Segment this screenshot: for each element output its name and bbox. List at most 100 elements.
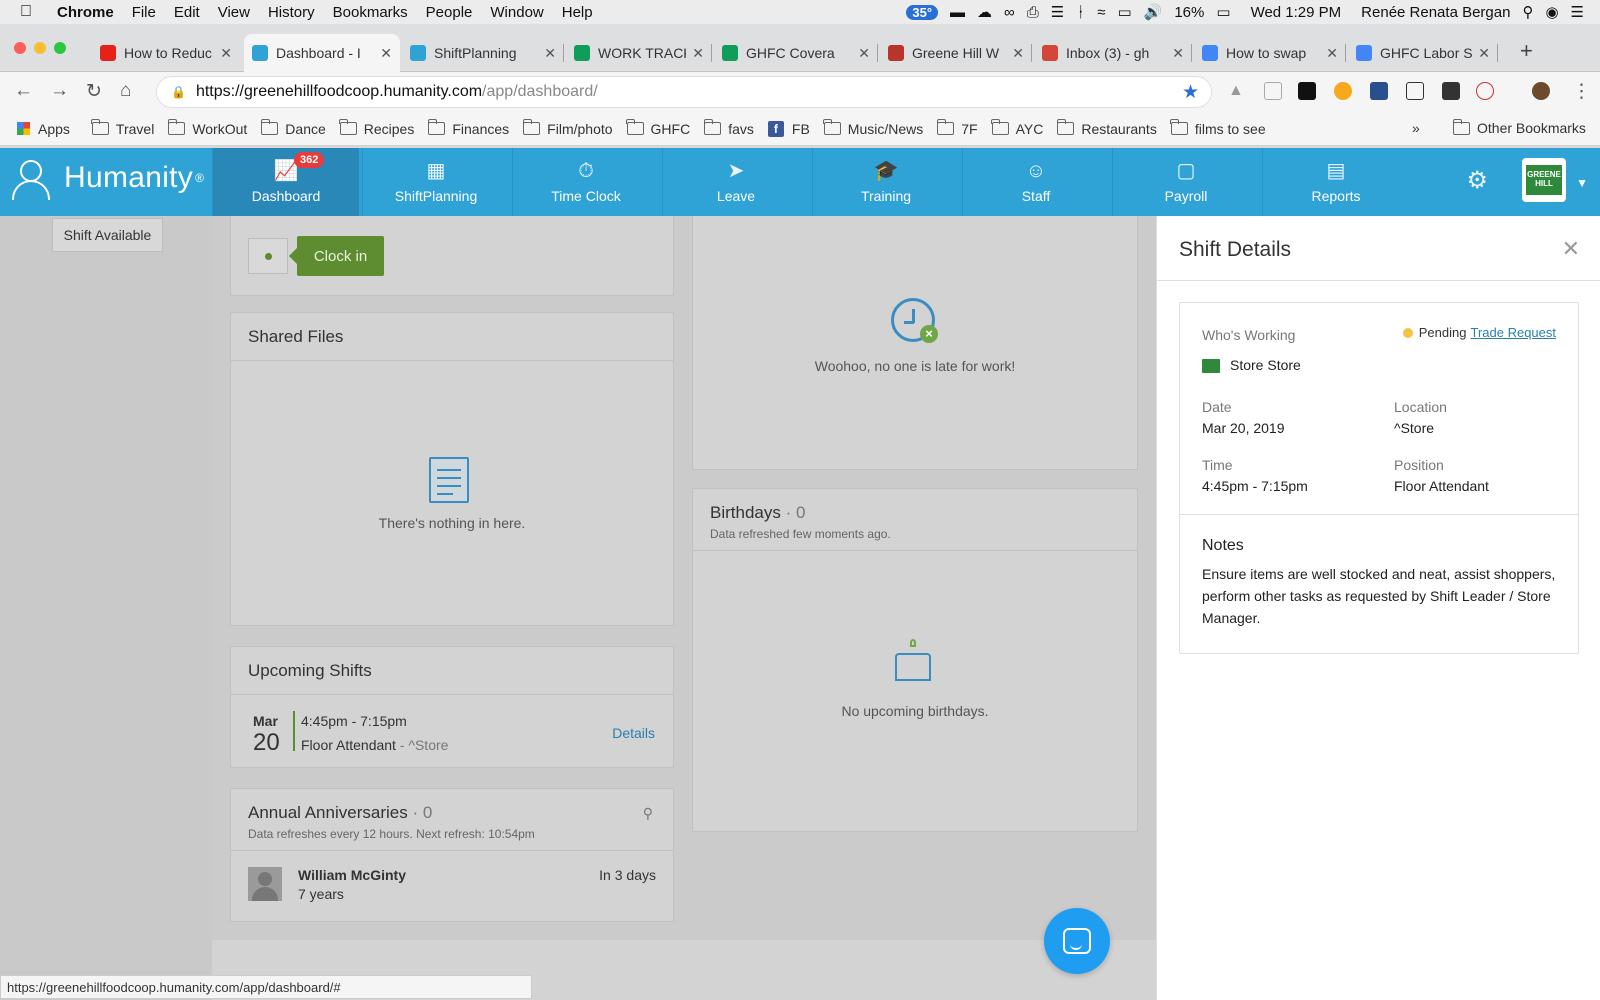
chevron-down-icon[interactable]: ▼ [1576, 176, 1588, 190]
trade-request-link[interactable]: Trade Request [1470, 325, 1556, 340]
bookmark-item[interactable]: Dance [254, 119, 332, 137]
anniversary-row[interactable]: William McGinty 7 years In 3 days [231, 851, 673, 921]
bookmark-item[interactable]: Finances [421, 119, 516, 137]
close-tab-icon[interactable]: ✕ [1478, 45, 1490, 62]
notification-center-icon[interactable]: ☰ [1565, 3, 1600, 21]
profile-avatar-icon[interactable] [1532, 82, 1550, 100]
bluetooth-icon[interactable]: ᛂ [1070, 4, 1091, 21]
other-bookmarks[interactable]: Other Bookmarks [1446, 118, 1593, 136]
close-tab-icon[interactable]: ✕ [858, 45, 870, 62]
close-icon[interactable]: ✕ [1562, 236, 1580, 262]
browser-tab[interactable]: WORK TRACK ✕ [566, 34, 712, 72]
menu-history[interactable]: History [259, 4, 324, 21]
close-window-button[interactable] [14, 42, 26, 54]
close-tab-icon[interactable]: ✕ [544, 45, 556, 62]
apple-icon[interactable]:  [0, 3, 41, 21]
browser-tab[interactable]: Dashboard - I ✕ [244, 34, 400, 72]
cloud-upload-icon[interactable]: ☁ [971, 3, 998, 21]
bookmark-item[interactable]: favs [697, 119, 761, 137]
address-bar[interactable]: 🔒 https://greenehillfoodcoop.humanity.co… [156, 76, 1212, 108]
volume-icon[interactable]: 🔊 [1138, 3, 1169, 21]
battery-icon[interactable]: ▭ [1210, 3, 1236, 21]
bookmark-item[interactable]: films to see [1164, 119, 1273, 137]
search-icon[interactable]: ⚲ [643, 805, 653, 822]
nav-tab-dashboard[interactable]: 📈 Dashboard [212, 148, 359, 216]
bookmark-item[interactable]: WorkOut [161, 119, 254, 137]
chrome-menu-icon[interactable]: ⋮ [1572, 80, 1591, 103]
nav-tab-time-clock[interactable]: ⏱ Time Clock [512, 148, 659, 216]
shift-details-link[interactable]: Details [612, 725, 655, 741]
menu-bookmarks[interactable]: Bookmarks [324, 4, 417, 21]
bookmark-item[interactable]: Restaurants [1050, 119, 1163, 137]
zoom-window-button[interactable] [54, 42, 66, 54]
close-tab-icon[interactable]: ✕ [1326, 45, 1338, 62]
creative-cloud-icon[interactable]: ∞ [998, 4, 1021, 21]
close-tab-icon[interactable]: ✕ [1172, 45, 1184, 62]
calendar-extension-icon[interactable] [1370, 82, 1388, 100]
close-tab-icon[interactable]: ✕ [1012, 45, 1024, 62]
menu-view[interactable]: View [209, 4, 259, 21]
nav-tab-staff[interactable]: ☺ Staff [962, 148, 1109, 216]
new-tab-button[interactable]: + [1520, 38, 1533, 64]
reload-icon[interactable]: ↻ [86, 80, 102, 103]
amazon-extension-icon[interactable] [1298, 82, 1316, 100]
browser-tab[interactable]: GHFC Labor S ✕ [1348, 34, 1498, 72]
menu-people[interactable]: People [417, 4, 482, 21]
airplay-icon[interactable]: ▭ [1111, 3, 1137, 21]
bookmark-item[interactable]: 7F [930, 119, 984, 137]
humanity-logo[interactable]: Humanity ® [12, 158, 204, 200]
home-icon[interactable]: ⌂ [120, 80, 131, 102]
bookmark-star-icon[interactable]: ★ [1182, 81, 1199, 104]
browser-tab[interactable]: How to Reduc ✕ [92, 34, 240, 72]
browser-tab[interactable]: Inbox (3) - gh ✕ [1034, 34, 1192, 72]
bookmark-item[interactable]: Apps [10, 121, 77, 137]
nav-tab-shiftplanning[interactable]: ▦ ShiftPlanning [362, 148, 509, 216]
app-menu[interactable]: Chrome [41, 4, 123, 21]
more-extension-icon[interactable] [1442, 82, 1460, 100]
clock[interactable]: Wed 1:29 PM [1237, 4, 1348, 21]
close-tab-icon[interactable]: ✕ [692, 45, 704, 62]
spotlight-search-icon[interactable]: ⚲ [1516, 3, 1539, 21]
nav-tab-payroll[interactable]: ▢ Payroll [1112, 148, 1259, 216]
weather-badge[interactable]: 35° [906, 4, 939, 20]
drive-extension-icon[interactable]: ▲ [1228, 82, 1246, 100]
nav-tab-reports[interactable]: ▤ Reports [1262, 148, 1409, 216]
bookmark-item[interactable]: AYC [985, 119, 1051, 137]
bookmark-item[interactable]: GHFC [620, 119, 698, 137]
siri-icon[interactable]: ◉ [1539, 3, 1564, 21]
menu-file[interactable]: File [123, 4, 165, 21]
cube-extension-icon[interactable] [1406, 82, 1424, 100]
minimize-window-button[interactable] [34, 42, 46, 54]
forward-icon[interactable]: → [50, 80, 69, 102]
bookmark-item[interactable]: Recipes [333, 119, 422, 137]
printer-icon[interactable]: ⎙ [1021, 4, 1045, 21]
chat-launcher-button[interactable] [1044, 908, 1110, 974]
menu-window[interactable]: Window [481, 4, 552, 21]
stack-icon[interactable]: ☰ [1045, 3, 1070, 21]
back-icon[interactable]: ← [14, 80, 33, 102]
browser-tab[interactable]: How to swap ✕ [1194, 34, 1346, 72]
bookmarks-overflow-icon[interactable]: » [1412, 120, 1420, 136]
display-icon[interactable]: ▬ [944, 4, 971, 21]
close-tab-icon[interactable]: ✕ [220, 45, 232, 62]
bookmark-item[interactable]: Music/News [817, 119, 930, 137]
checklist-extension-icon[interactable] [1264, 82, 1282, 100]
honey-extension-icon[interactable] [1334, 82, 1352, 100]
bookmark-item[interactable]: Travel [85, 119, 161, 137]
bookmark-item[interactable]: Film/photo [516, 119, 619, 137]
gear-icon[interactable]: ⚙ [1466, 166, 1488, 195]
nav-tab-leave[interactable]: ➤ Leave [662, 148, 809, 216]
close-tab-icon[interactable]: ✕ [380, 45, 392, 62]
battery-percent[interactable]: 16% [1168, 4, 1210, 21]
browser-tab[interactable]: ShiftPlanning ✕ [402, 34, 564, 72]
blocker-extension-icon[interactable] [1476, 82, 1494, 100]
browser-tab[interactable]: Greene Hill W ✕ [880, 34, 1032, 72]
nav-tab-training[interactable]: 🎓 Training [812, 148, 959, 216]
menu-help[interactable]: Help [553, 4, 602, 21]
bookmark-item[interactable]: f FB [761, 120, 817, 137]
menu-edit[interactable]: Edit [165, 4, 209, 21]
lock-icon[interactable]: 🔒 [171, 85, 186, 99]
user-name[interactable]: Renée Renata Bergan [1347, 4, 1516, 21]
browser-tab[interactable]: GHFC Covera ✕ [714, 34, 878, 72]
wifi-icon[interactable]: ≈ [1091, 4, 1111, 21]
